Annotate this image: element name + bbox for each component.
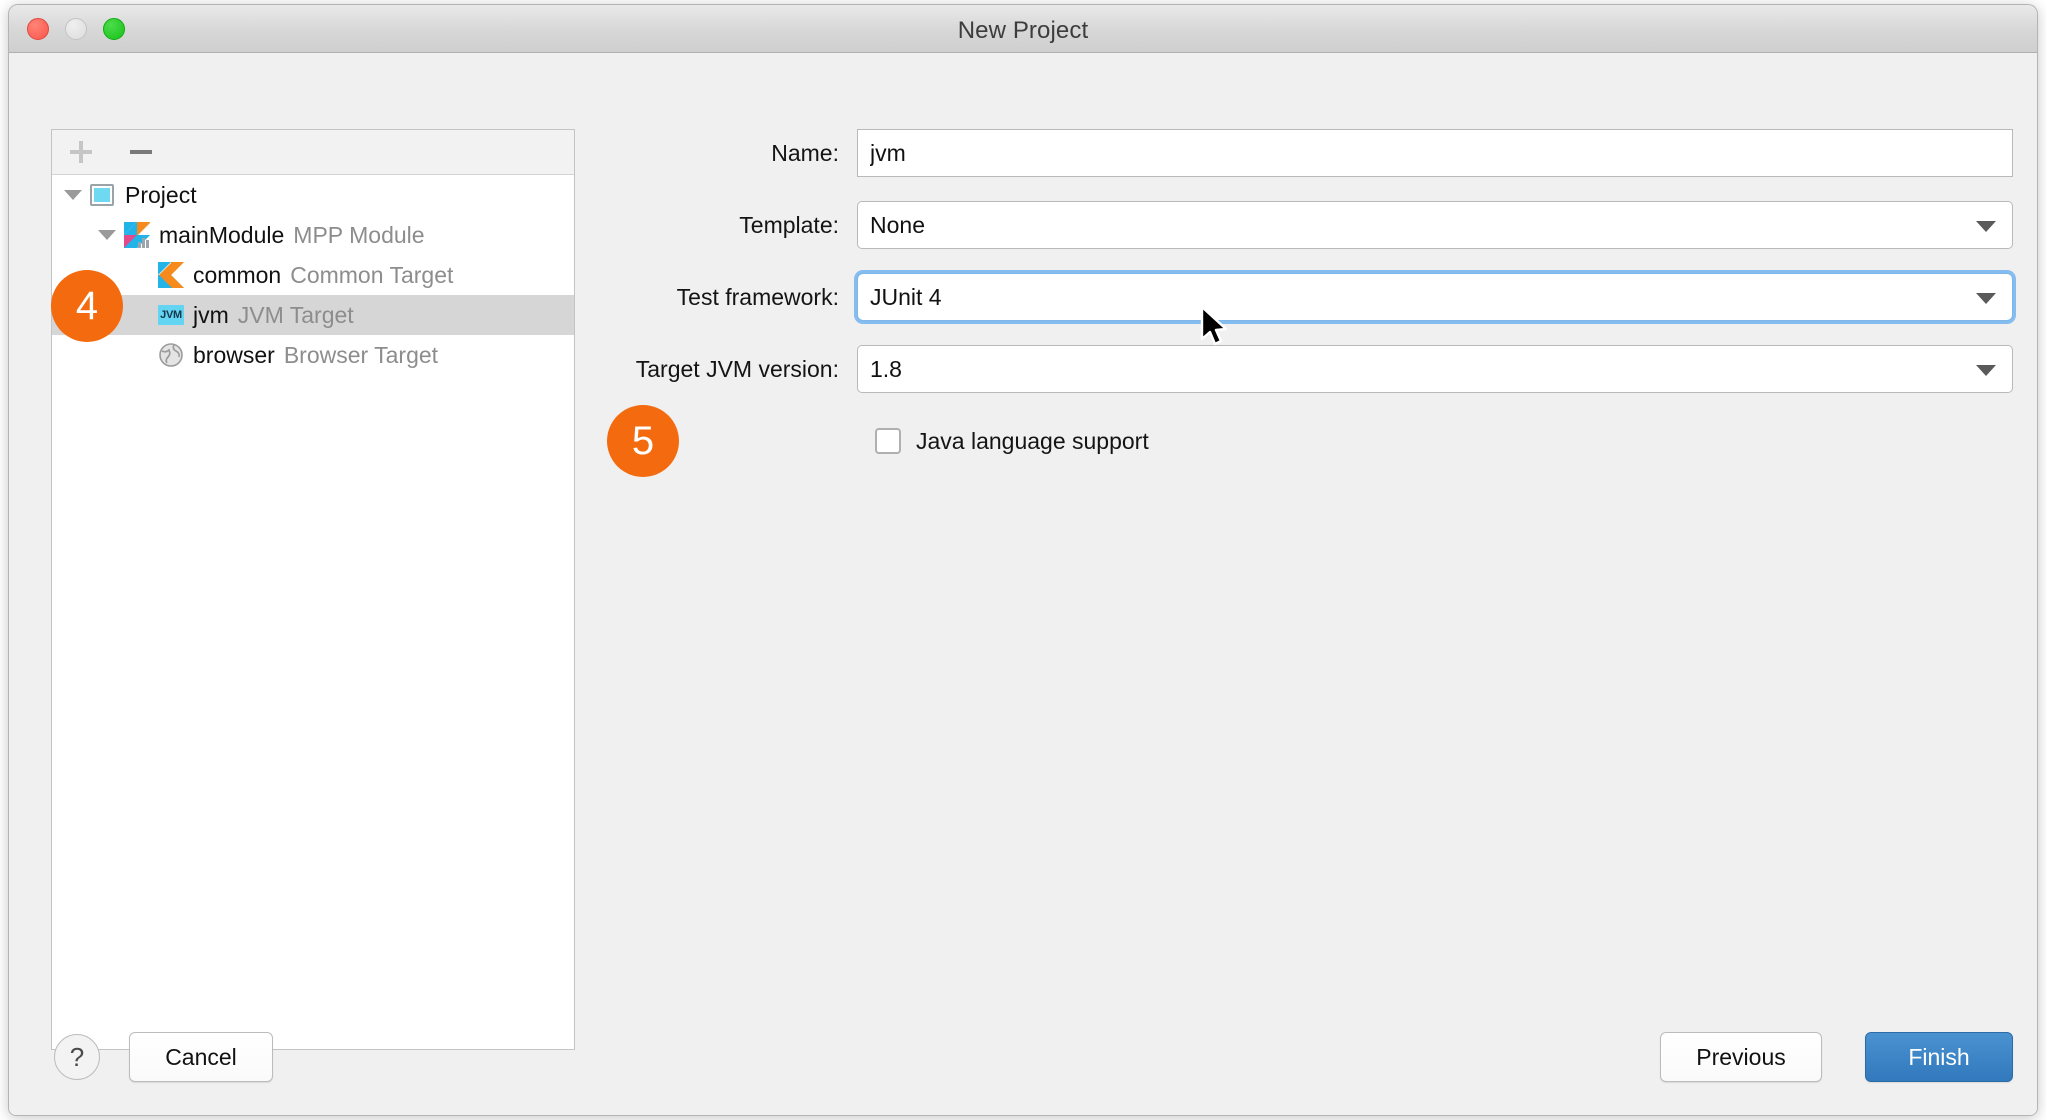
tree-row-browser[interactable]: browser Browser Target	[52, 335, 574, 375]
tree-row-mainmodule[interactable]: mainModule MPP Module	[52, 215, 574, 255]
tree-row-label: jvm	[193, 302, 229, 329]
target-jvm-version-row: Target JVM version: 1.8	[605, 345, 2013, 393]
remove-target-button[interactable]	[128, 139, 154, 165]
test-framework-value: JUnit 4	[870, 284, 942, 311]
template-field-wrap: None	[857, 201, 2013, 249]
kotlin-icon	[158, 262, 184, 288]
template-select[interactable]: None	[857, 201, 2013, 249]
tree-row-desc: JVM Target	[238, 302, 354, 329]
tree-row-desc: Common Target	[290, 262, 453, 289]
target-jvm-version-value: 1.8	[870, 356, 902, 383]
tree-row-jvm[interactable]: JVM jvm JVM Target	[52, 295, 574, 335]
test-framework-row: Test framework: JUnit 4	[605, 273, 2013, 321]
window-title: New Project	[9, 17, 2037, 45]
expand-arrow-icon[interactable]	[98, 230, 116, 240]
test-framework-label: Test framework:	[605, 284, 857, 311]
tree-row-label: mainModule	[159, 222, 284, 249]
dialog-body: Project	[9, 53, 2037, 1116]
cancel-button[interactable]: Cancel	[129, 1032, 273, 1082]
target-jvm-version-label: Target JVM version:	[605, 356, 857, 383]
chevron-down-icon	[1976, 293, 1996, 304]
test-framework-select[interactable]: JUnit 4	[857, 273, 2013, 321]
jvm-icon: JVM	[158, 302, 184, 328]
template-row: Template: None	[605, 201, 2013, 249]
tree-row-label: common	[193, 262, 281, 289]
template-value: None	[870, 212, 925, 239]
project-icon	[90, 182, 116, 208]
target-jvm-version-field-wrap: 1.8	[857, 345, 2013, 393]
java-language-support-row: Java language support	[857, 417, 2013, 465]
tree-row-desc: Browser Target	[284, 342, 438, 369]
tree-row-project[interactable]: Project	[52, 175, 574, 215]
annotation-badge-5: 5	[607, 405, 679, 477]
tree-row-label: browser	[193, 342, 275, 369]
expand-arrow-icon[interactable]	[64, 190, 82, 200]
help-button[interactable]: ?	[54, 1034, 100, 1080]
tree-row-common[interactable]: common Common Target	[52, 255, 574, 295]
chevron-down-icon	[1976, 365, 1996, 376]
java-language-support-checkbox[interactable]	[875, 428, 901, 454]
name-row: Name:	[605, 129, 2013, 177]
tree-toolbar	[52, 130, 574, 175]
dialog-footer: ? Cancel Previous Finish	[9, 1012, 2037, 1116]
globe-icon	[158, 342, 184, 368]
tree-row-desc: MPP Module	[293, 222, 424, 249]
titlebar: New Project	[9, 5, 2037, 53]
annotation-badge-4: 4	[51, 270, 123, 342]
target-jvm-version-select[interactable]: 1.8	[857, 345, 2013, 393]
new-project-dialog: New Project Project	[8, 4, 2038, 1116]
name-input[interactable]	[857, 129, 2013, 177]
target-tree-panel: Project	[51, 129, 575, 1050]
kotlin-module-icon	[124, 222, 150, 248]
add-target-button[interactable]	[68, 139, 94, 165]
target-settings-form: Name: Template: None Test framework:	[605, 129, 2013, 465]
test-framework-field-wrap: JUnit 4	[857, 273, 2013, 321]
tree-row-label: Project	[125, 182, 197, 209]
template-label: Template:	[605, 212, 857, 239]
tree-body: Project	[52, 175, 574, 375]
finish-button[interactable]: Finish	[1865, 1032, 2013, 1082]
name-label: Name:	[605, 140, 857, 167]
name-field-wrap	[857, 129, 2013, 177]
java-language-support-label: Java language support	[916, 428, 1149, 455]
previous-button[interactable]: Previous	[1660, 1032, 1822, 1082]
chevron-down-icon	[1976, 221, 1996, 232]
